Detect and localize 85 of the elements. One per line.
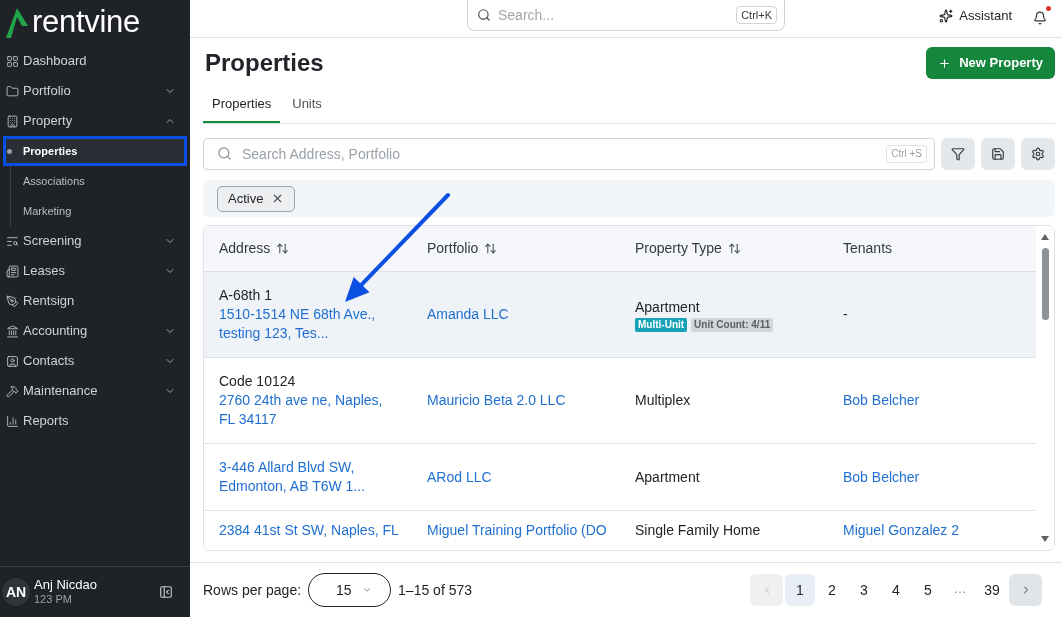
tab[interactable]: Properties <box>203 86 281 123</box>
shortcut-hint: Ctrl+K <box>736 6 777 24</box>
hammer-icon <box>6 384 19 398</box>
tenant-link[interactable]: Bob Belcher <box>843 467 920 487</box>
sidebar-item[interactable]: Maintenance <box>0 376 190 406</box>
shortcut-hint: Ctrl +S <box>886 145 927 163</box>
user-avatar[interactable]: AN <box>2 578 30 606</box>
list-search-icon <box>6 234 19 248</box>
filter-button[interactable] <box>941 138 975 170</box>
category-badge: Multi-Unit <box>635 317 688 332</box>
sidebar-item[interactable]: Contacts <box>0 346 190 376</box>
bell-icon <box>1033 11 1047 25</box>
chevron-down-icon <box>362 585 373 595</box>
settings-button[interactable] <box>1021 138 1055 170</box>
sidebar-item[interactable]: Reports <box>0 406 190 436</box>
collapse-panel-icon <box>159 585 173 599</box>
new-property-button[interactable]: New Property <box>926 47 1055 79</box>
scroll-down-icon <box>1041 536 1049 542</box>
building-icon <box>6 114 19 128</box>
assistant-button[interactable]: Assistant <box>939 6 1012 26</box>
sidebar-subitem[interactable]: Associations <box>3 166 187 196</box>
pen-nib-icon <box>6 294 19 308</box>
property-code: Code 10124 <box>219 372 296 391</box>
sidebar-item[interactable]: Accounting <box>0 316 190 346</box>
page-button[interactable]: 1 <box>785 574 815 606</box>
portfolio-link[interactable]: Amanda LLC <box>427 305 509 324</box>
sort-icon <box>484 242 498 255</box>
column-header[interactable]: Address <box>219 238 290 259</box>
settings-icon <box>1031 147 1045 161</box>
notifications-button[interactable] <box>1032 10 1048 26</box>
range-text: 1–15 of 573 <box>398 580 473 600</box>
sidebar-item[interactable]: Property <box>0 106 190 136</box>
portfolio-link[interactable]: ARod LLC <box>427 467 492 487</box>
portfolio-link[interactable]: Mauricio Beta 2.0 LLC <box>427 391 566 410</box>
search-icon <box>217 146 232 161</box>
filter-chip[interactable]: Active <box>217 185 296 212</box>
property-code: A-68th 1 <box>219 286 272 305</box>
tab[interactable]: Units <box>283 86 331 123</box>
bank-icon <box>6 324 19 338</box>
bar-chart-icon <box>6 414 19 428</box>
sidebar-subitem[interactable]: Marketing <box>3 196 187 226</box>
contact-card-icon <box>6 354 19 368</box>
sidebar-subitem[interactable]: Properties <box>3 136 187 166</box>
search-icon <box>477 8 491 22</box>
address-link[interactable]: 3-446 Allard Blvd SW, Edmonton, AB T6W 1... <box>219 458 394 496</box>
page-title: Properties <box>205 48 324 78</box>
user-subtitle: 123 PM <box>34 592 73 607</box>
logo-wordmark: rentvine <box>32 5 140 41</box>
column-header[interactable]: Property Type <box>635 238 741 259</box>
page-ellipsis: … <box>952 579 968 598</box>
tenant-link[interactable]: Bob Belcher <box>843 391 920 410</box>
sort-icon <box>727 242 741 255</box>
property-type: Multiplex <box>635 391 691 410</box>
column-header[interactable]: Portfolio <box>427 238 498 259</box>
logo-icon <box>6 8 28 38</box>
sparkles-icon <box>939 9 954 23</box>
address-link[interactable]: 2384 41st St SW, Naples, FL <box>219 521 399 540</box>
property-type: Apartment <box>635 467 700 487</box>
count-badge: Unit Count: 4/11 <box>691 317 774 332</box>
sidebar-item[interactable]: Rentsign <box>0 286 190 316</box>
tenant-link[interactable]: Miguel Gonzalez 2 <box>843 521 959 540</box>
portfolio-link[interactable]: Miguel Training Portfolio (DO <box>427 521 607 540</box>
plus-icon <box>938 56 952 70</box>
sidebar-item[interactable]: Dashboard <box>0 46 190 76</box>
empty-value: - <box>843 305 848 324</box>
sidebar-item[interactable]: Screening <box>0 226 190 256</box>
funnel-icon <box>951 147 965 161</box>
property-type: Apartment <box>635 297 700 317</box>
sidebar-item[interactable]: Leases <box>0 256 190 286</box>
property-type: Single Family Home <box>635 521 761 540</box>
sort-icon <box>276 242 290 255</box>
column-header: Tenants <box>843 239 893 258</box>
newspaper-icon <box>6 264 19 278</box>
rows-per-page-label: Rows per page: <box>203 580 302 600</box>
collapse-sidebar-button[interactable] <box>158 584 174 600</box>
save-button[interactable] <box>981 138 1015 170</box>
folder-icon <box>6 84 19 98</box>
table-row[interactable]: A-68th 1 1510-1514 NE 68th Ave., testing 123, Tes... Amanda LLC Apartment Multi-Unit Unit Count: 4/11 - <box>204 272 1036 358</box>
scroll-up-icon <box>1041 234 1049 240</box>
address-link[interactable]: 2760 24th ave ne, Naples, FL 34117 <box>219 391 394 429</box>
grid-icon <box>6 54 19 68</box>
scrollbar-thumb[interactable] <box>1041 248 1049 320</box>
sidebar-item[interactable]: Portfolio <box>0 76 190 106</box>
user-name: Anj Nicdao <box>34 577 97 592</box>
address-link[interactable]: 1510-1514 NE 68th Ave., testing 123, Tes... <box>219 305 394 343</box>
